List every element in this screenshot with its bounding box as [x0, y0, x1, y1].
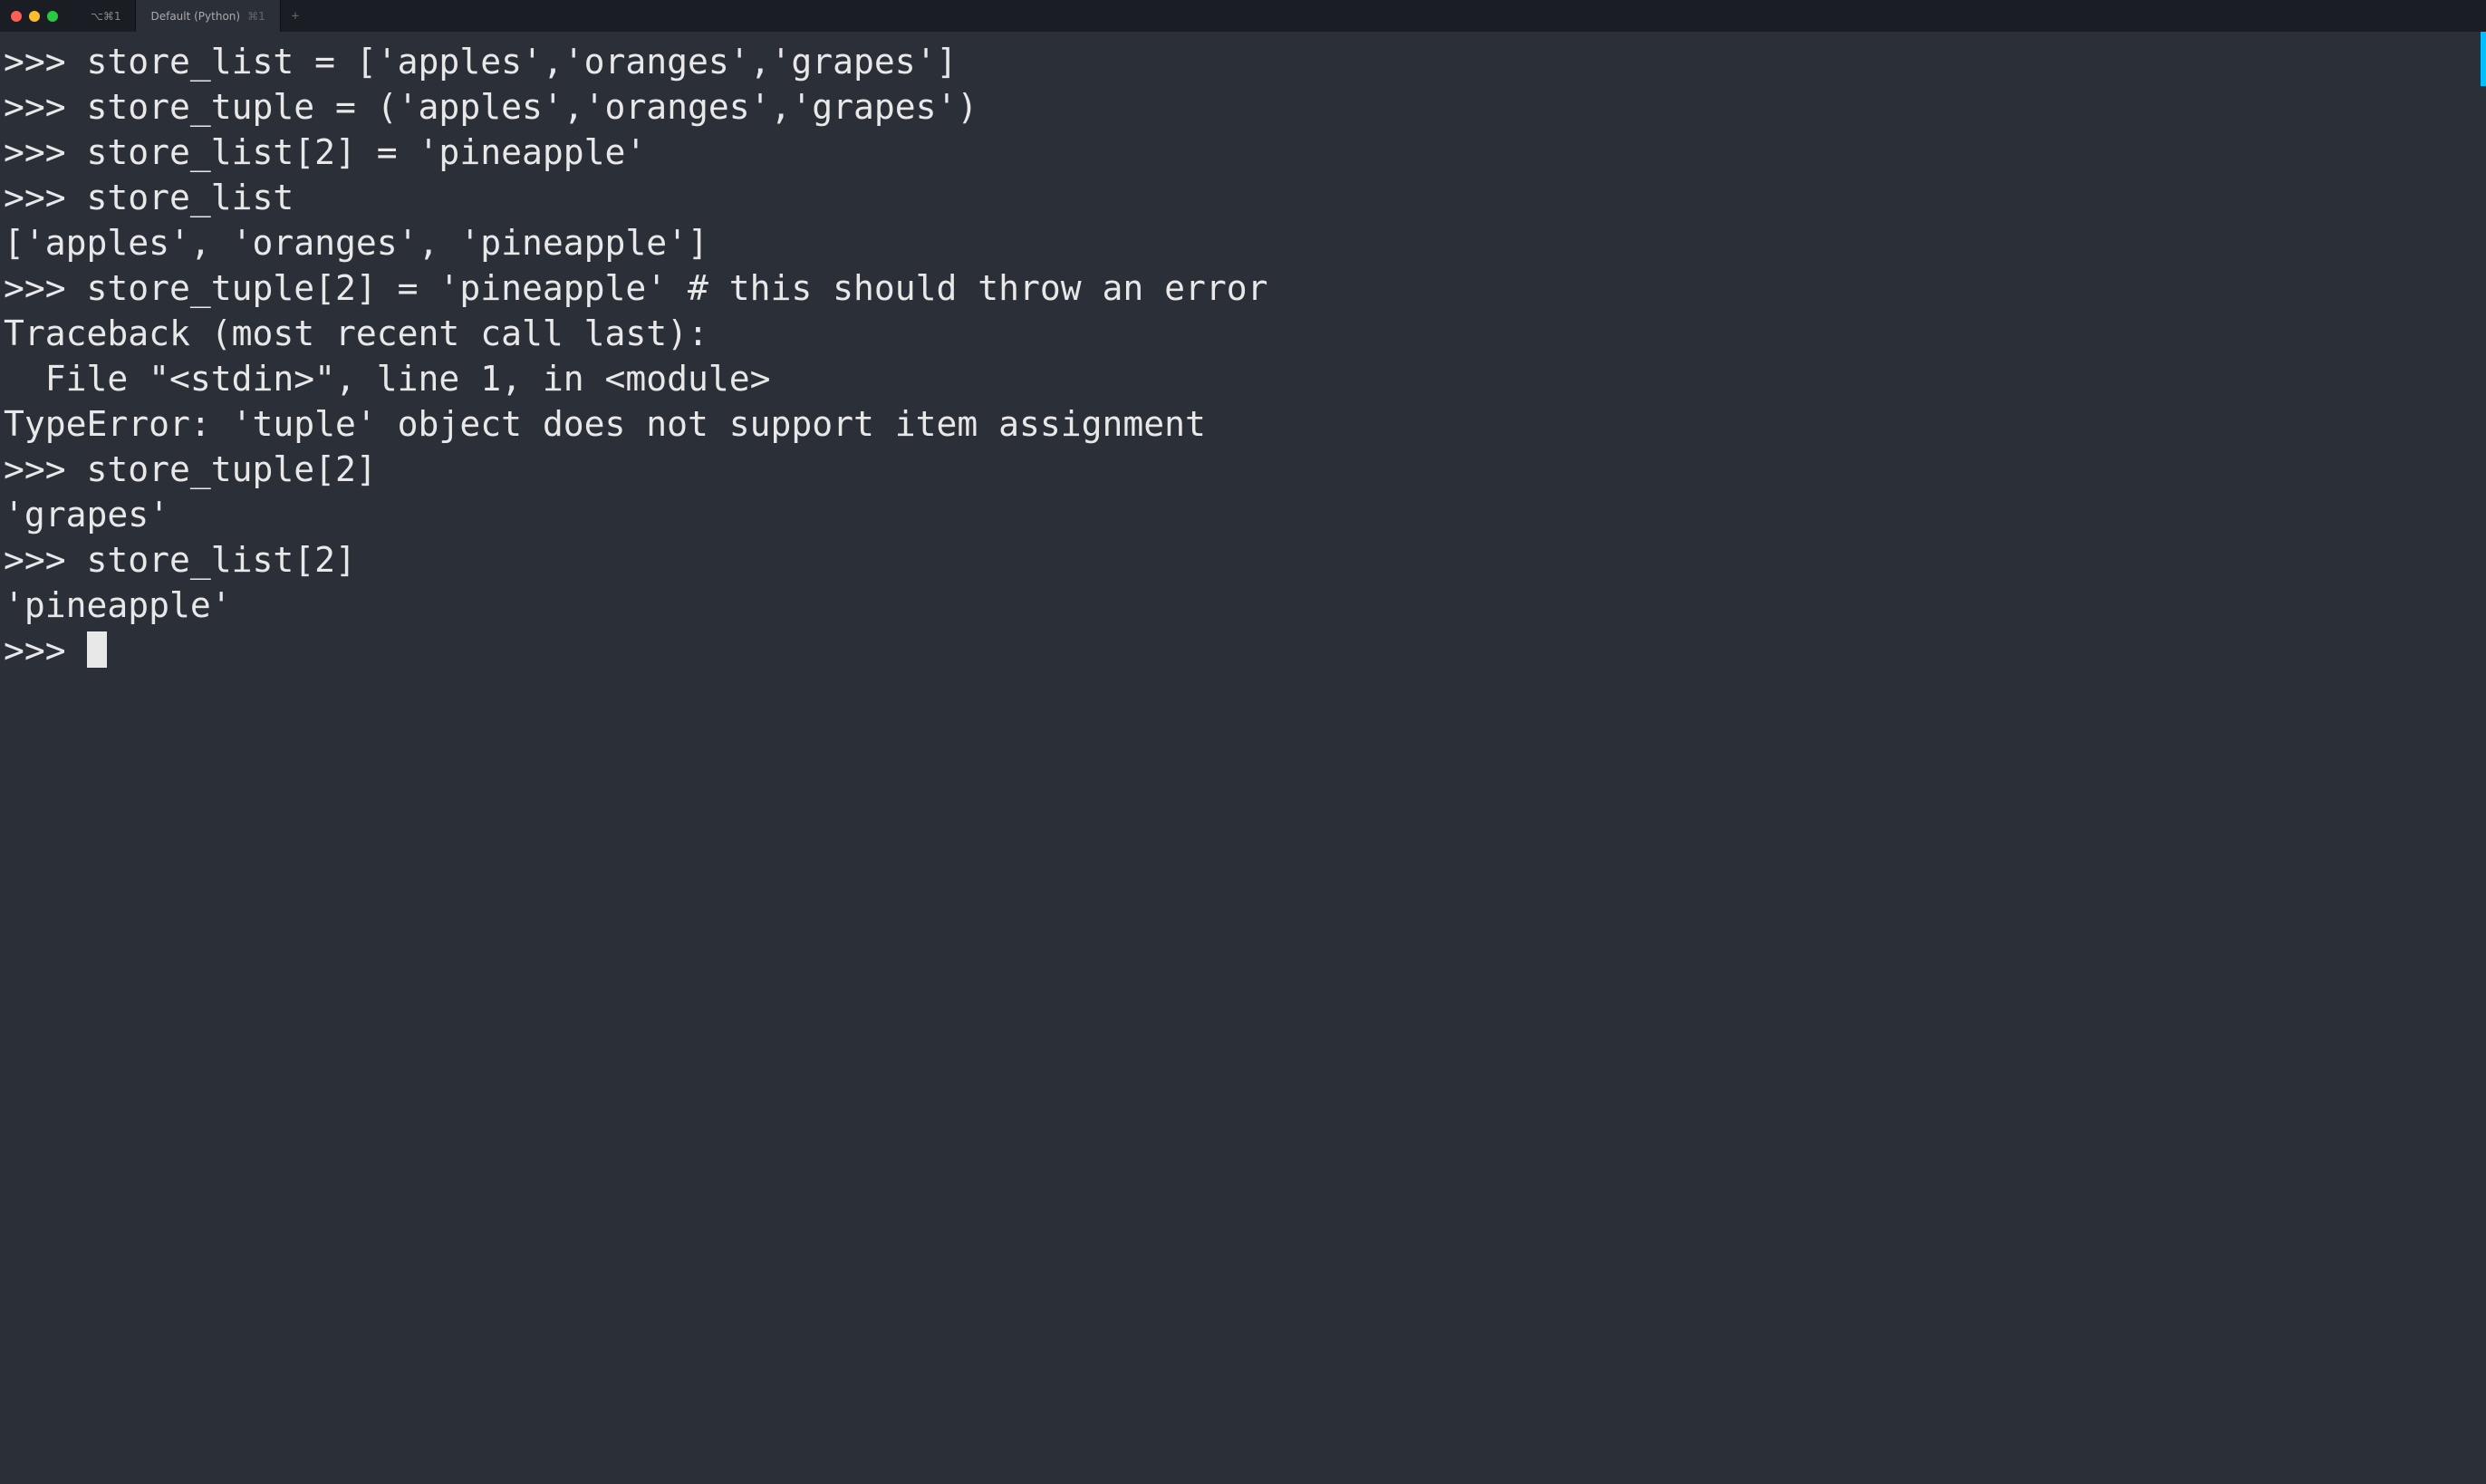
terminal-line: >>> store_tuple[2] — [4, 447, 2482, 492]
tab-2-shortcut: ⌘1 — [247, 10, 265, 23]
minimize-button[interactable] — [29, 11, 40, 22]
tab-2[interactable]: Default (Python) ⌘1 — [136, 0, 280, 32]
close-button[interactable] — [11, 11, 22, 22]
window-controls — [11, 11, 58, 22]
terminal-line: 'grapes' — [4, 492, 2482, 537]
cursor — [87, 631, 107, 668]
title-bar: ⌥⌘1 Default (Python) ⌘1 + — [0, 0, 2486, 32]
new-tab-button[interactable]: + — [281, 0, 310, 32]
tab-2-label: Default (Python) — [150, 10, 240, 23]
terminal-line: File "<stdin>", line 1, in <module> — [4, 356, 2482, 401]
tabs-container: ⌥⌘1 Default (Python) ⌘1 + — [76, 0, 310, 32]
maximize-button[interactable] — [47, 11, 58, 22]
tab-1[interactable]: ⌥⌘1 — [76, 0, 136, 32]
terminal-content[interactable]: >>> store_list = ['apples','oranges','gr… — [0, 32, 2486, 680]
terminal-line: >>> store_tuple[2] = 'pineapple' # this … — [4, 265, 2482, 311]
tab-1-label: ⌥⌘1 — [91, 10, 120, 23]
terminal-prompt: >>> — [4, 631, 87, 670]
terminal-line: >>> store_tuple = ('apples','oranges','g… — [4, 84, 2482, 130]
terminal-line: ['apples', 'oranges', 'pineapple'] — [4, 220, 2482, 265]
terminal-line: TypeError: 'tuple' object does not suppo… — [4, 401, 2482, 447]
terminal-line: >>> store_list[2] — [4, 537, 2482, 583]
terminal-line: >>> store_list[2] = 'pineapple' — [4, 130, 2482, 175]
terminal-line: Traceback (most recent call last): — [4, 311, 2482, 356]
terminal-line: 'pineapple' — [4, 583, 2482, 628]
plus-icon: + — [292, 9, 299, 24]
terminal-line: >>> store_list = ['apples','oranges','gr… — [4, 39, 2482, 84]
terminal-line: >>> store_list — [4, 175, 2482, 220]
terminal-prompt-line: >>> — [4, 628, 2482, 673]
